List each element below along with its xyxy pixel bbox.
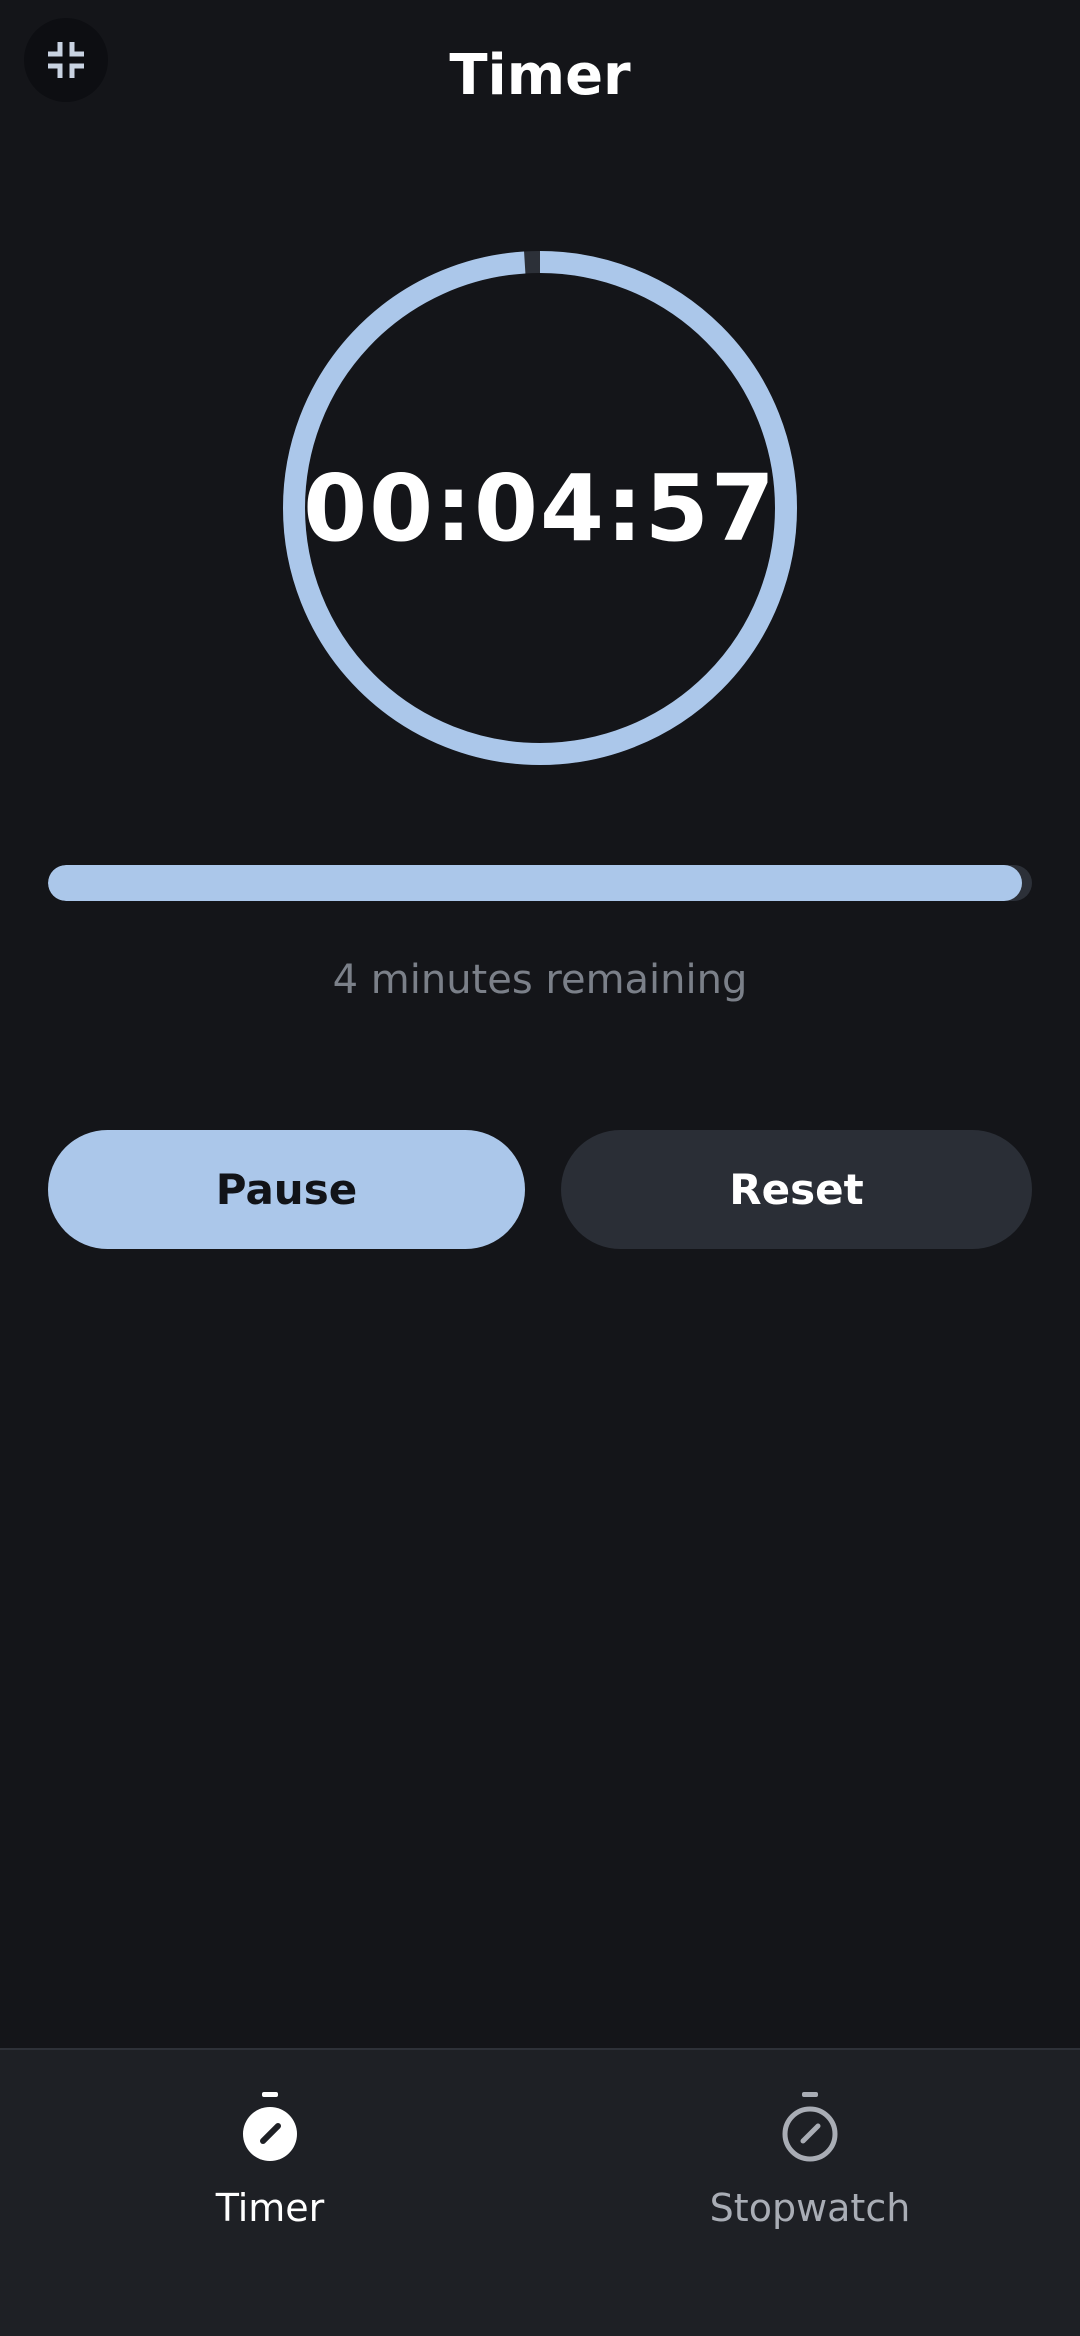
nav-item-label: Stopwatch: [709, 2186, 911, 2230]
timer-ring: 00:04:57: [280, 248, 800, 768]
pause-button[interactable]: Pause: [48, 1130, 525, 1249]
nav-item-timer[interactable]: Timer: [0, 2090, 540, 2290]
progress-bar-fill: [48, 865, 1023, 901]
remaining-text: 4 minutes remaining: [332, 957, 748, 1003]
nav-item-stopwatch[interactable]: Stopwatch: [540, 2090, 1080, 2290]
stopwatch-icon: [782, 2092, 838, 2162]
progress-bar: [48, 865, 1032, 901]
page-title: Timer: [449, 43, 631, 108]
reset-button[interactable]: Reset: [561, 1130, 1032, 1249]
nav-item-label: Timer: [215, 2186, 325, 2230]
time-display: 00:04:57: [303, 454, 777, 562]
bottom-navigation: Timer Stopwatch: [0, 2048, 1080, 2336]
timer-icon: [243, 2092, 297, 2161]
